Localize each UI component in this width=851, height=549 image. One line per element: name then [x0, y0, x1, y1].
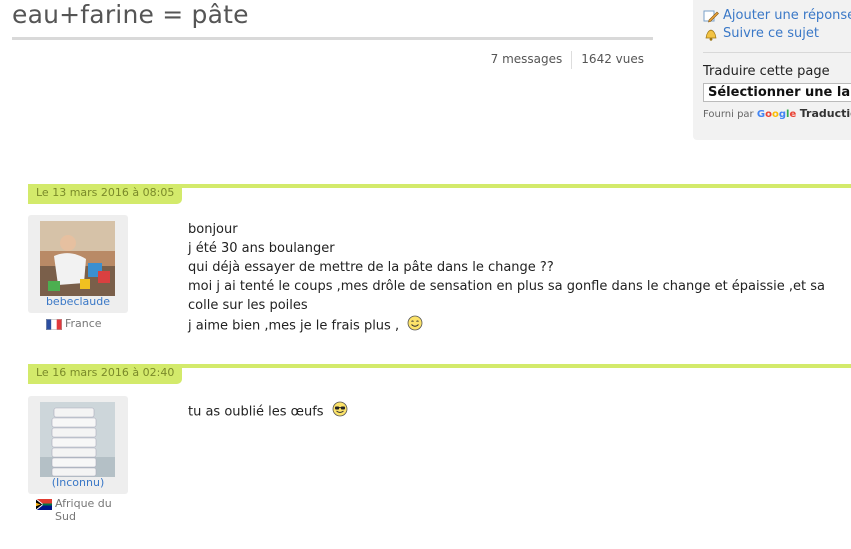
author-name[interactable]: (Inconnu)	[28, 476, 128, 489]
follow-topic-link[interactable]: Suivre ce sujet	[703, 26, 819, 41]
post-date: Le 16 mars 2016 à 02:40	[28, 364, 183, 384]
google-letter: o	[765, 109, 772, 120]
google-logo: Google	[757, 109, 800, 120]
message-count: 7 messages	[490, 52, 563, 66]
author-country: Afrique du Sud	[35, 497, 116, 523]
author-country: France	[46, 317, 102, 330]
smile-emoticon-icon	[407, 315, 423, 337]
google-letter: g	[778, 109, 786, 120]
side-divider	[703, 52, 851, 53]
language-select[interactable]: Sélectionner une langue	[703, 83, 851, 102]
google-letter: G	[756, 109, 766, 120]
add-reply-link[interactable]: Ajouter une réponse	[703, 8, 851, 23]
post-line: tu as oublié les œufs	[188, 404, 324, 420]
post-body: bonjour j été 30 ans boulanger qui déjà …	[188, 220, 825, 337]
post-line: colle sur les poiles	[188, 298, 308, 313]
translate-label: Traduire cette page	[703, 64, 830, 79]
country-name: Afrique du Sud	[55, 497, 112, 523]
bell-icon	[703, 27, 719, 41]
page-title: eau+farine = pâte	[12, 0, 249, 29]
south-africa-flag-icon	[35, 498, 52, 511]
avatar[interactable]	[40, 402, 115, 477]
sunglasses-emoticon-icon	[332, 401, 348, 423]
country-name: France	[65, 317, 102, 330]
post-date: Le 13 mars 2016 à 08:05	[28, 184, 183, 204]
title-underline	[12, 37, 653, 40]
post-line: qui déjà essayer de mettre de la pâte da…	[188, 260, 554, 275]
author-card: (Inconnu)	[28, 396, 128, 494]
powered-by-label: Fourni par	[703, 109, 754, 120]
post-line: j aime bien ,mes je le frais plus ,	[188, 318, 400, 334]
translate-brand-label[interactable]: Traduction	[800, 107, 851, 120]
post-body: tu as oublié les œufs	[188, 401, 348, 423]
post-line: moi j ai tenté le coups ,mes drôle de se…	[188, 279, 826, 294]
france-flag-icon	[46, 319, 62, 330]
add-reply-label: Ajouter une réponse	[723, 8, 851, 23]
post-line: bonjour	[188, 222, 238, 237]
avatar[interactable]	[40, 221, 115, 296]
pencil-icon	[703, 9, 719, 23]
topic-stats: 7 messages 1642 vues	[482, 51, 653, 69]
author-card: bebeclaude	[28, 215, 128, 313]
side-panel: Ajouter une réponse Suivre ce sujet Trad…	[693, 0, 851, 140]
author-name[interactable]: bebeclaude	[28, 295, 128, 308]
post-line-with-smiley: j aime bien ,mes je le frais plus ,	[188, 315, 825, 337]
google-letter: e	[789, 109, 797, 120]
view-count: 1642 vues	[581, 52, 644, 66]
google-attribution: Fourni par Google Traduction	[703, 107, 851, 120]
google-letter: o	[771, 109, 779, 120]
follow-topic-label: Suivre ce sujet	[723, 26, 819, 41]
post-line-with-smiley: tu as oublié les œufs	[188, 401, 348, 423]
post-line: j été 30 ans boulanger	[188, 241, 335, 256]
